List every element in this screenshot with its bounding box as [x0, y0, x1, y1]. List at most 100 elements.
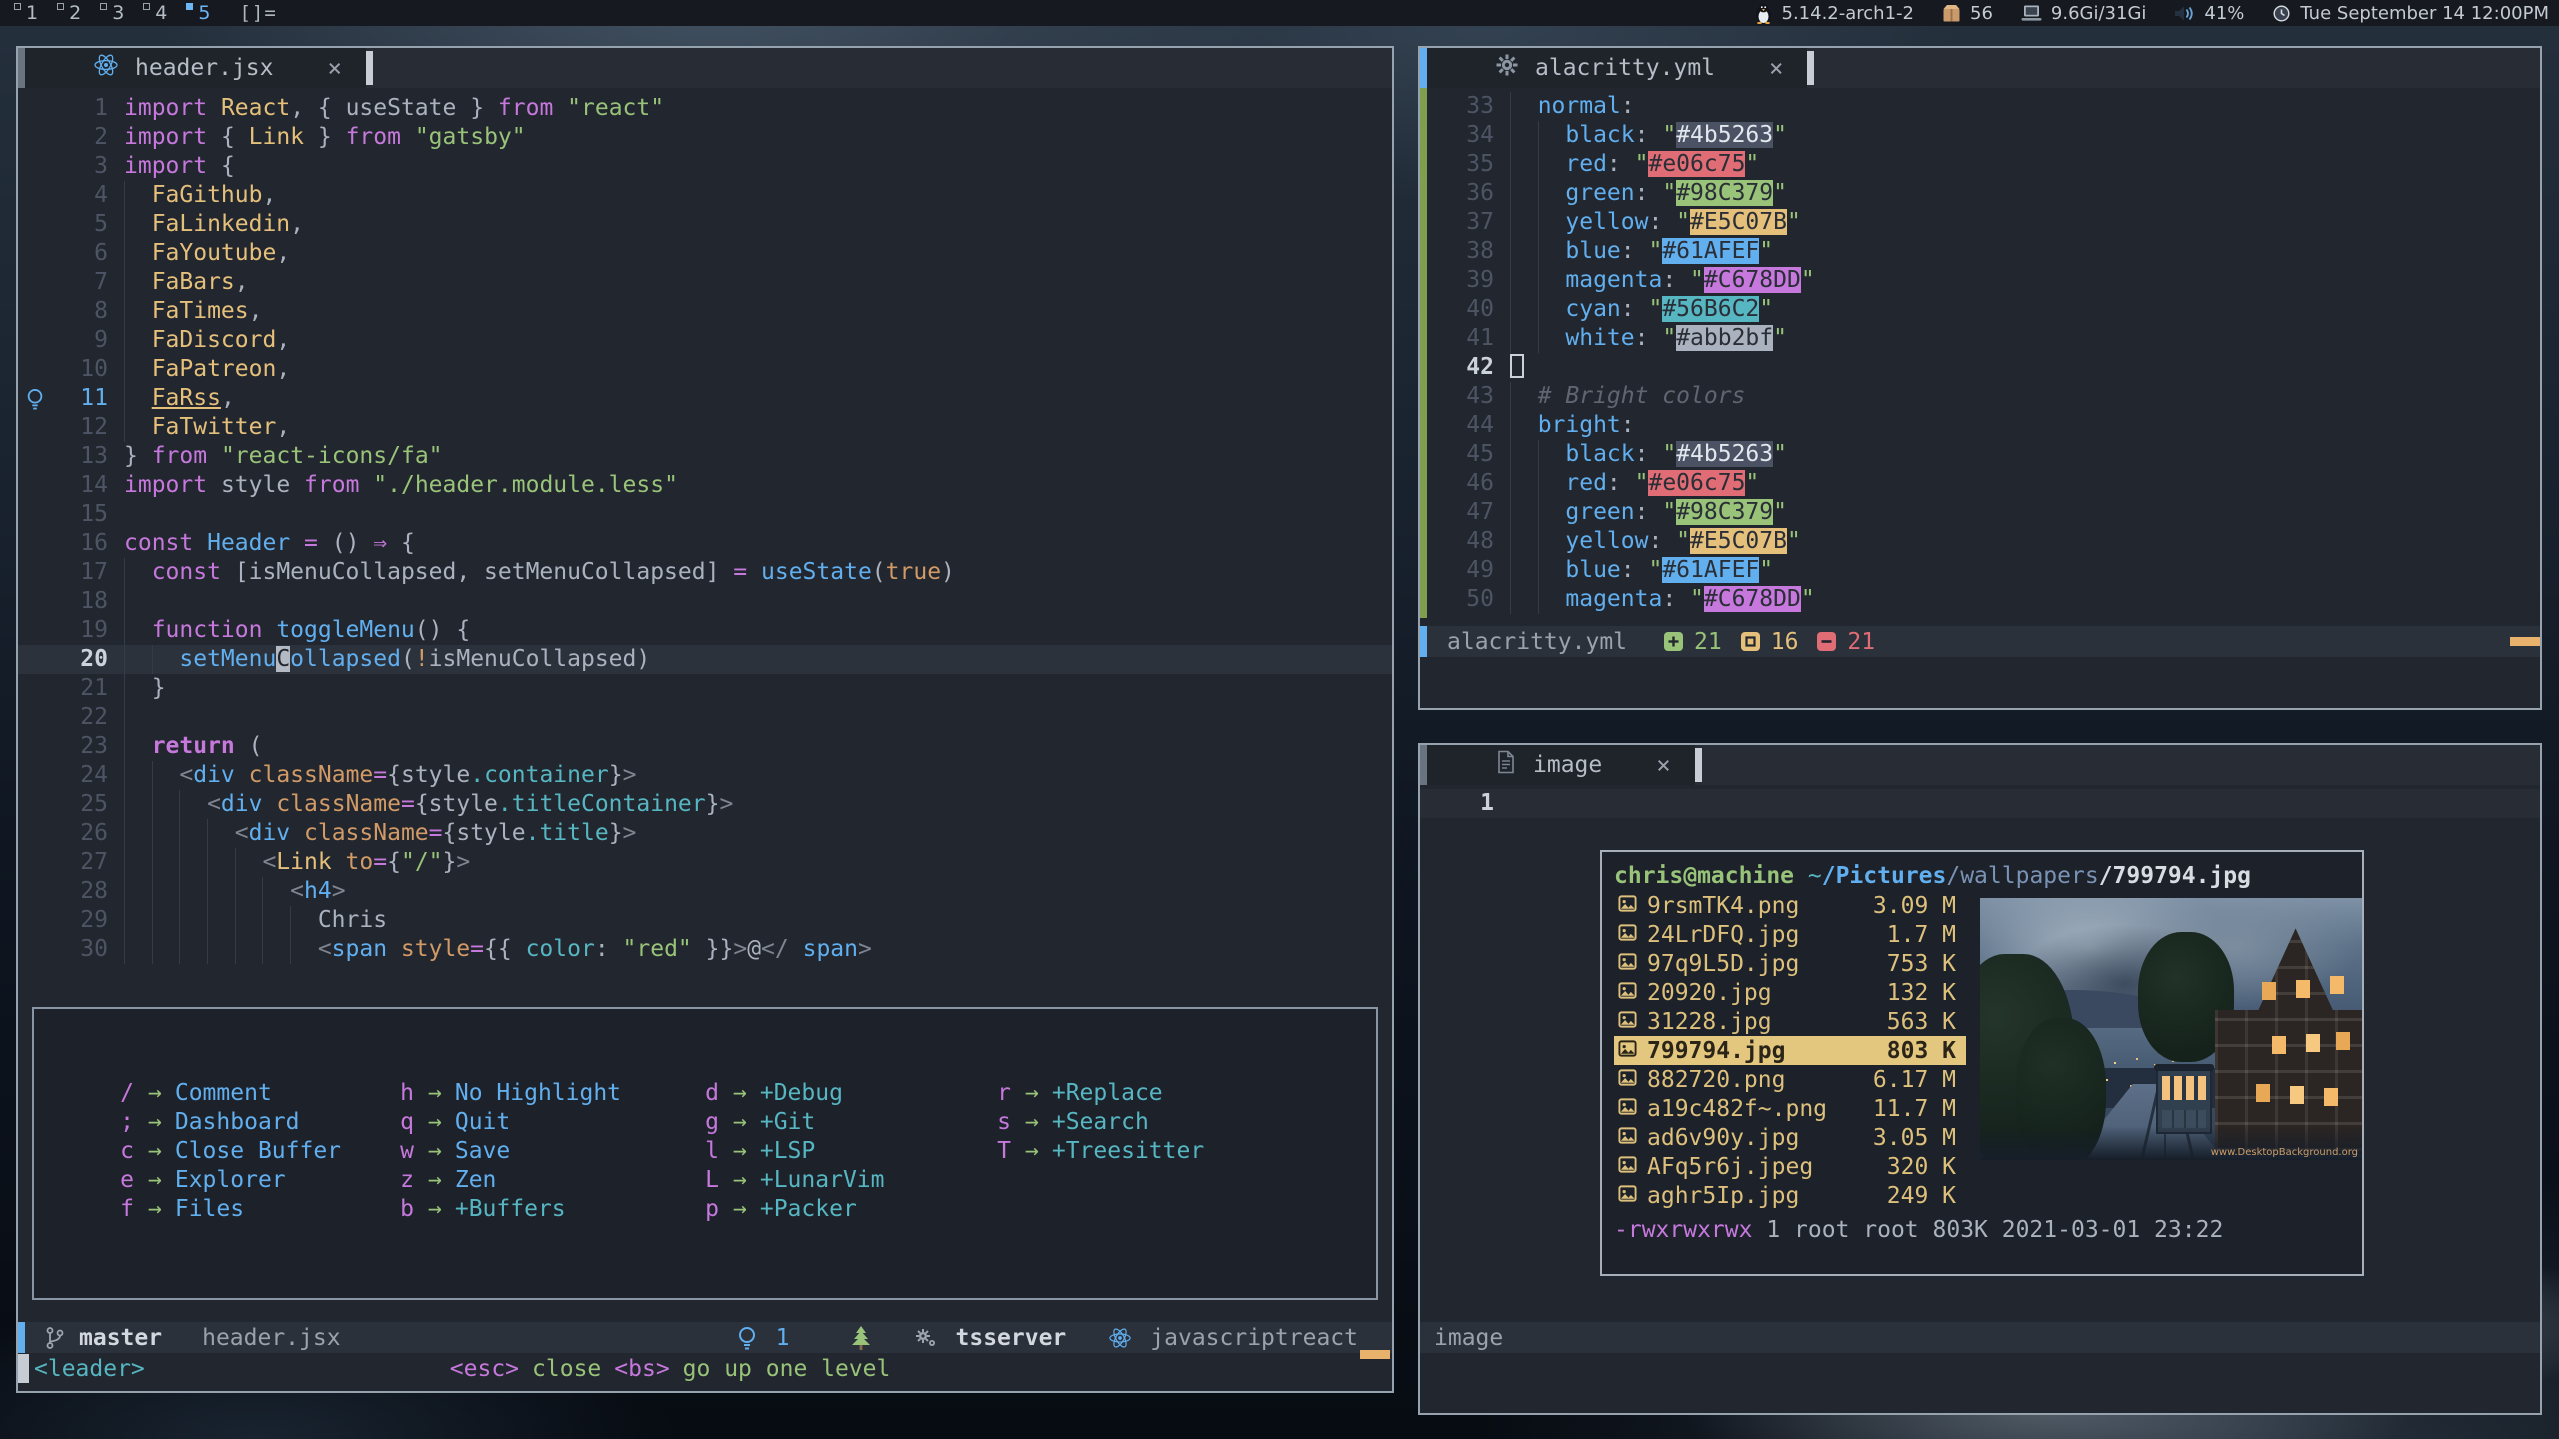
- image-file-icon: [1618, 1183, 1637, 1209]
- close-icon[interactable]: ×: [327, 54, 341, 82]
- code-line-29: 29Chris: [18, 906, 1392, 935]
- whichkey-item-save[interactable]: w→Save: [399, 1137, 621, 1166]
- filetype-react-icon: [1108, 1327, 1132, 1349]
- file-row-ad6v90y.jpg[interactable]: ad6v90y.jpg3.05 M: [1614, 1123, 1966, 1152]
- line-number: 44: [1438, 411, 1494, 440]
- code-line-17: 17const [isMenuCollapsed, setMenuCollaps…: [18, 558, 1392, 587]
- code-line-35: 35red: "#e06c75": [1420, 150, 2540, 179]
- file-row-9rsmTK4.png[interactable]: 9rsmTK4.png3.09 M: [1614, 891, 1966, 920]
- whichkey-item--treesitter[interactable]: T→+Treesitter: [996, 1137, 1204, 1166]
- line-number: 16: [52, 529, 108, 558]
- code-line-1: 1: [1420, 789, 2540, 818]
- git-added-count: 21: [1694, 629, 1722, 655]
- code-line-27: 27<Link to={"/"}>: [18, 848, 1392, 877]
- line-number: 14: [52, 471, 108, 500]
- tab-header-jsx[interactable]: header.jsx ×: [25, 48, 366, 88]
- close-icon[interactable]: ×: [1769, 54, 1783, 82]
- git-added-icon: [1663, 631, 1684, 652]
- whichkey-item-dashboard[interactable]: ;→Dashboard: [119, 1108, 341, 1137]
- lsp-server-label: tsserver: [956, 1325, 1067, 1351]
- whichkey-item-files[interactable]: f→Files: [119, 1195, 341, 1224]
- tab-image[interactable]: image ×: [1427, 745, 1695, 785]
- line-number: 36: [1438, 179, 1494, 208]
- workspace-indicator: [100, 3, 107, 10]
- tab-indicator: [1420, 745, 1427, 785]
- workspace-tag-1[interactable]: 1: [10, 1, 53, 26]
- whichkey-item--buffers[interactable]: b→+Buffers: [399, 1195, 621, 1224]
- arrow-icon: →: [733, 1137, 747, 1166]
- image-file-icon: [1618, 951, 1637, 977]
- workspace-tag-5[interactable]: 5: [182, 1, 225, 26]
- whichkey-item--debug[interactable]: d→+Debug: [704, 1079, 884, 1108]
- arrow-icon: →: [733, 1108, 747, 1137]
- statusline-filename: image: [1434, 1325, 1503, 1351]
- git-branch-label[interactable]: master: [79, 1325, 162, 1351]
- line-number: 4: [52, 181, 108, 210]
- status-item-kernel: 5.14.2-arch1-2: [1754, 3, 1915, 24]
- workspace-indicator: [186, 3, 193, 10]
- window-editor-alacritty-yml: alacritty.yml × 33normal:34black: "#4b52…: [1418, 46, 2542, 710]
- close-icon[interactable]: ×: [1656, 751, 1670, 779]
- line-number: 25: [52, 790, 108, 819]
- git-removed-count: 21: [1847, 629, 1875, 655]
- whichkey-item-quit[interactable]: q→Quit: [399, 1108, 621, 1137]
- whichkey-item-no-highlight[interactable]: h→No Highlight: [399, 1079, 621, 1108]
- image-file-icon: [1618, 1154, 1637, 1180]
- path-segment: ~: [1808, 863, 1822, 889]
- whichkey-item--packer[interactable]: p→+Packer: [704, 1195, 884, 1224]
- workspace-tag-3[interactable]: 3: [96, 1, 139, 26]
- file-row-31228.jpg[interactable]: 31228.jpg563 K: [1614, 1007, 1966, 1036]
- line-number: 20: [52, 645, 108, 674]
- workspace-tag-2[interactable]: 2: [53, 1, 96, 26]
- whichkey-item--lunarvim[interactable]: L→+LunarVim: [704, 1166, 884, 1195]
- code-line-28: 28<h4>: [18, 877, 1392, 906]
- workspace-tag-4[interactable]: 4: [139, 1, 182, 26]
- whichkey-item--git[interactable]: g→+Git: [704, 1108, 884, 1137]
- file-row-882720.png[interactable]: 882720.png6.17 M: [1614, 1065, 1966, 1094]
- cmdline-hint: <bs>: [614, 1356, 669, 1382]
- line-number: 42: [1438, 353, 1494, 382]
- file-row-24LrDFQ.jpg[interactable]: 24LrDFQ.jpg1.7 M: [1614, 920, 1966, 949]
- file-row-97q9L5D.jpg[interactable]: 97q9L5D.jpg753 K: [1614, 949, 1966, 978]
- file-row-a19c482f~.png[interactable]: a19c482f~.png11.7 M: [1614, 1094, 1966, 1123]
- line-number: 13: [52, 442, 108, 471]
- code-line-10: 10FaPatreon,: [18, 355, 1392, 384]
- whichkey-item--search[interactable]: s→+Search: [996, 1108, 1204, 1137]
- whichkey-item--lsp[interactable]: l→+LSP: [704, 1137, 884, 1166]
- path-segment: /799794.jpg: [2099, 863, 2251, 889]
- image-file-icon: [1618, 1009, 1637, 1035]
- line-number: 6: [52, 239, 108, 268]
- tab-cursor: [366, 51, 373, 85]
- code-line-2: 2import { Link } from "gatsby": [18, 123, 1392, 152]
- code-line-18: 18: [18, 587, 1392, 616]
- code-line-40: 40cyan: "#56B6C2": [1420, 295, 2540, 324]
- whichkey-item-comment[interactable]: /→Comment: [119, 1079, 341, 1108]
- react-icon: [93, 53, 119, 83]
- image-file-icon: [1618, 1067, 1637, 1093]
- line-number: 48: [1438, 527, 1494, 556]
- line-number: 19: [52, 616, 108, 645]
- file-row-20920.jpg[interactable]: 20920.jpg132 K: [1614, 978, 1966, 1007]
- code-line-7: 7FaBars,: [18, 268, 1392, 297]
- code-line-8: 8FaTimes,: [18, 297, 1392, 326]
- tab-label: alacritty.yml: [1535, 55, 1715, 81]
- code-line-33: 33normal:: [1420, 92, 2540, 121]
- whichkey-item-explorer[interactable]: e→Explorer: [119, 1166, 341, 1195]
- file-row-AFq5r6j.jpeg[interactable]: AFq5r6j.jpeg320 K: [1614, 1152, 1966, 1181]
- pending-keys: <leader>: [34, 1356, 145, 1382]
- arrow-icon: →: [148, 1079, 162, 1108]
- whichkey-item--replace[interactable]: r→+Replace: [996, 1079, 1204, 1108]
- code-line-39: 39magenta: "#C678DD": [1420, 266, 2540, 295]
- tab-alacritty-yml[interactable]: alacritty.yml ×: [1427, 48, 1807, 88]
- line-number: 18: [52, 587, 108, 616]
- layout-symbol[interactable]: []=: [225, 2, 290, 24]
- code-action-bulb-icon[interactable]: [18, 384, 52, 413]
- image-file-icon: [1618, 893, 1637, 919]
- whichkey-item-zen[interactable]: z→Zen: [399, 1166, 621, 1195]
- file-row-799794.jpg[interactable]: 799794.jpg803 K: [1614, 1036, 1966, 1065]
- code-area-header-jsx: 1import React, { useState } from "react"…: [18, 94, 1392, 964]
- cmdline-hint: <esc>: [450, 1356, 519, 1382]
- whichkey-item-close-buffer[interactable]: c→Close Buffer: [119, 1137, 341, 1166]
- file-row-aghr5Ip.jpg[interactable]: aghr5Ip.jpg249 K: [1614, 1181, 1966, 1210]
- arrow-icon: →: [148, 1166, 162, 1195]
